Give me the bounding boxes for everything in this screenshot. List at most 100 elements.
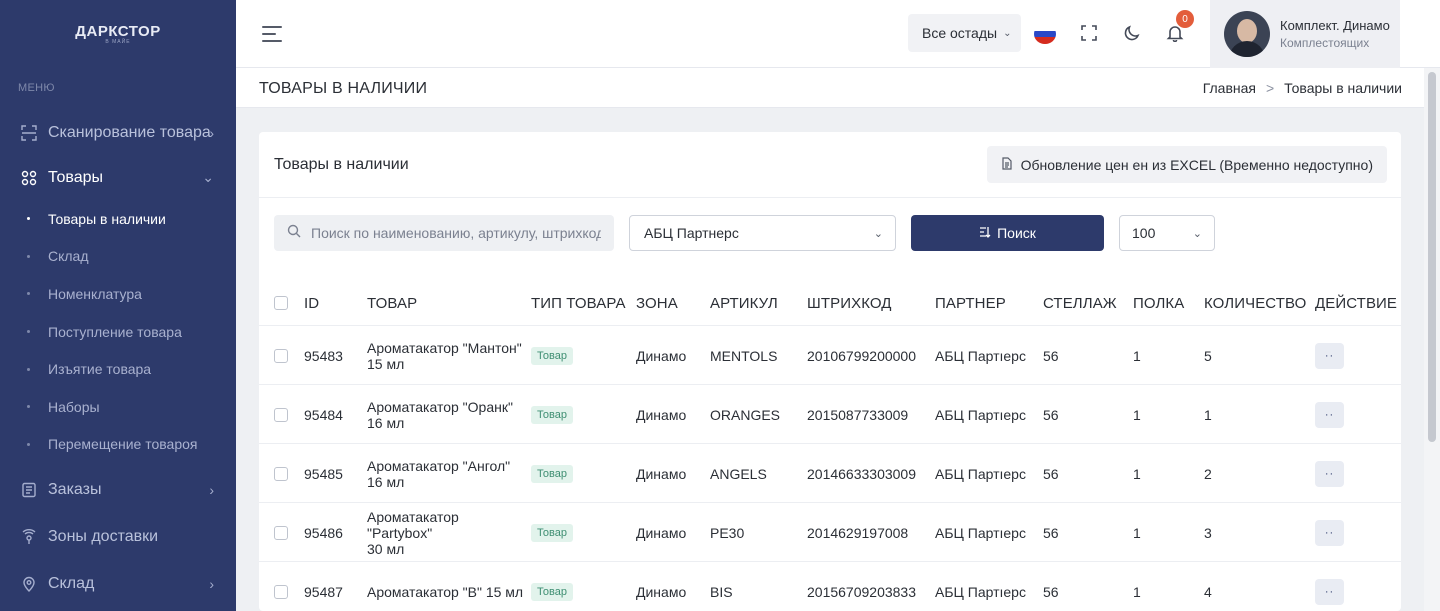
col-type[interactable]: ТИП ТОВАРА (531, 280, 626, 326)
row-actions-button[interactable]: ·· (1315, 578, 1344, 605)
page-scrollbar[interactable] (1424, 68, 1440, 611)
row-actions-button[interactable]: ·· (1315, 460, 1344, 487)
nav-label: Заказы (48, 480, 102, 498)
card-title: Товары в наличии (274, 156, 409, 173)
row-actions-button[interactable]: ·· (1315, 342, 1344, 369)
chevron-down-icon: ⌄ (1003, 27, 1012, 39)
nav-label: Товары (48, 168, 104, 186)
product-name-line1: Ароматакатор "В" 15 мл (367, 583, 524, 600)
product-name-cell: Ароматакатор "Оранк" 16 мл (367, 385, 527, 444)
avatar (1224, 11, 1270, 57)
bullet-icon (27, 254, 30, 258)
qty-cell: 2 (1204, 465, 1212, 482)
col-product[interactable]: ТОВАР (367, 280, 417, 326)
table-row[interactable]: 95485 Ароматакатор "Ангол" 16 мл Товар Динам… (259, 444, 1401, 503)
sub-item-sets[interactable]: Наборы (0, 388, 236, 426)
sub-item-withdrawal[interactable]: Изъятие товара (0, 350, 236, 388)
sub-item-label: Изъятие товара (48, 361, 152, 378)
breadcrumb-home[interactable]: Главная (1203, 80, 1256, 96)
page-title: ТОВАРЫ В НАЛИЧИИ (259, 80, 428, 97)
product-type-badge: Товар (531, 523, 573, 542)
row-select-cell (274, 503, 288, 562)
sku-cell: ANGELS (710, 465, 767, 482)
nav-label: Сканирование товара (48, 123, 211, 141)
logo[interactable]: ДАРКСТОР В МАЙЕ (0, 0, 236, 68)
product-name-line2: 16 мл (367, 473, 405, 490)
fullscreen-icon[interactable] (1078, 22, 1100, 44)
row-checkbox[interactable] (274, 407, 288, 422)
warehouse-select[interactable]: Все остады ⌄ (908, 14, 1021, 52)
qty-cell: 1 (1204, 406, 1212, 423)
row-checkbox[interactable] (274, 584, 288, 599)
sub-item-warehouse[interactable]: Склад (0, 238, 236, 276)
bullet-icon (27, 330, 30, 334)
zone-cell: Динамо (636, 465, 687, 482)
sub-item-nomenclature[interactable]: Номенклатура (0, 275, 236, 313)
rack-cell: 56 (1043, 524, 1059, 541)
nav-item-delivery-zones[interactable]: Зоны доставки (0, 514, 236, 559)
row-select-cell (274, 444, 288, 503)
row-checkbox[interactable] (274, 348, 288, 363)
barcode-cell: 20156709203833 (807, 583, 917, 600)
chevron-down-icon: ⌄ (873, 228, 883, 240)
search-box[interactable] (274, 215, 614, 251)
flag-ru-icon[interactable] (1034, 24, 1056, 44)
nav-item-scan[interactable]: Сканирование товара › (0, 110, 236, 155)
partner-cell: АБЦ Партıерс (935, 524, 1026, 541)
search-input[interactable] (311, 225, 601, 241)
grid-icon (20, 169, 38, 187)
row-checkbox[interactable] (274, 466, 288, 481)
chevron-right-icon: › (209, 575, 214, 592)
action-cell: ·· (1315, 326, 1344, 385)
row-checkbox[interactable] (274, 525, 288, 540)
breadcrumb-separator: > (1265, 80, 1275, 96)
partner-cell: АБЦ Партıерс (935, 465, 1026, 482)
menu-toggle-icon[interactable] (262, 26, 282, 47)
col-zone[interactable]: ЗОНА (636, 280, 678, 326)
col-sku[interactable]: АРТИКУЛ (710, 280, 778, 326)
page-size-value: 100 (1132, 225, 1156, 241)
sub-item-in-stock[interactable]: Товары в наличии (0, 200, 236, 238)
col-shelf[interactable]: ПОЛКА (1133, 280, 1184, 326)
col-rack[interactable]: СТЕЛЛАЖ (1043, 280, 1117, 326)
product-name-line1: Ароматакатор "Мантон" (367, 339, 522, 356)
table-row[interactable]: 95487 Ароматакатор "В" 15 мл Товар Динамо BI… (259, 562, 1401, 611)
scrollbar-thumb[interactable] (1428, 72, 1436, 442)
nav-item-storage[interactable]: Склад › (0, 561, 236, 606)
receipt-icon (20, 481, 38, 499)
excel-update-button[interactable]: Обновление цен ен из EXCEL (Временно нед… (986, 146, 1387, 183)
nav-item-products[interactable]: Товары ⌄ (0, 155, 236, 200)
product-name-line2: 16 мл (367, 414, 405, 431)
select-all-checkbox[interactable] (274, 296, 288, 310)
dark-mode-icon[interactable] (1121, 22, 1143, 44)
barcode-cell: 20106799200000 (807, 347, 917, 364)
nav-item-orders[interactable]: Заказы › (0, 467, 236, 512)
table-row[interactable]: 95483 Ароматакатор "Мантон" 15 мл Товар Дина… (259, 326, 1401, 385)
location-pin-icon (20, 575, 38, 593)
sub-item-transfer[interactable]: Перемещение товароя (0, 426, 236, 464)
partner-select[interactable]: АБЦ Партнерс ⌄ (629, 215, 896, 251)
page-size-select[interactable]: 100 ⌄ (1119, 215, 1215, 251)
rack-cell: 56 (1043, 347, 1059, 364)
id-cell: 95487 (304, 583, 343, 600)
filter-icon (979, 225, 991, 241)
row-select-cell (274, 385, 288, 444)
col-barcode[interactable]: ШТРИХКОД (807, 280, 892, 326)
col-id[interactable]: ID (304, 280, 319, 326)
col-qty[interactable]: КОЛИЧЕСТВО (1204, 280, 1306, 326)
table-row[interactable]: 95486 Ароматакатор "Partybox" 30 мл Товар Ди… (259, 503, 1401, 562)
sub-item-receipt[interactable]: Поступление товара (0, 313, 236, 351)
select-all-cell (274, 280, 288, 326)
nav-label: Склад (48, 574, 95, 592)
row-actions-button[interactable]: ·· (1315, 401, 1344, 428)
action-cell: ·· (1315, 562, 1344, 611)
sub-item-label: Номенклатура (48, 285, 142, 302)
user-menu[interactable]: Комплект. Динамо Комплестоящих (1210, 0, 1400, 68)
search-icon (287, 224, 301, 243)
col-partner[interactable]: ПАРТНЕР (935, 280, 1006, 326)
table-row[interactable]: 95484 Ароматакатор "Оранк" 16 мл Товар Динам… (259, 385, 1401, 444)
search-button[interactable]: Поиск (911, 215, 1104, 251)
shelf-cell: 1 (1133, 524, 1141, 541)
row-actions-button[interactable]: ·· (1315, 519, 1344, 546)
breadcrumb-current: Товары в наличии (1284, 80, 1402, 96)
